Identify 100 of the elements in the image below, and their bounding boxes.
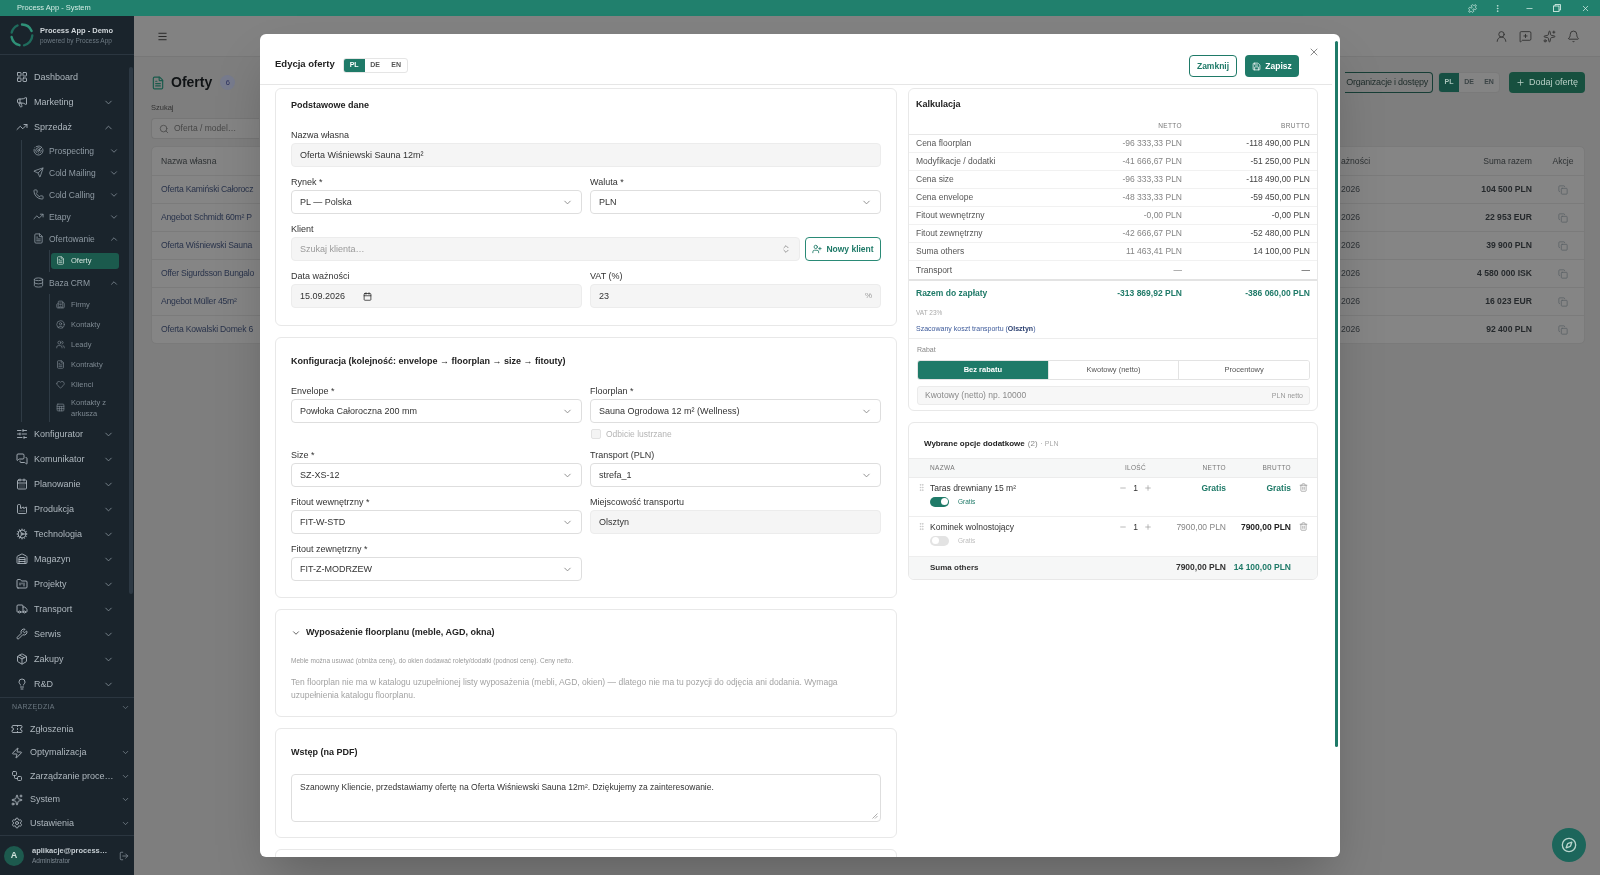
plus-icon[interactable] (1143, 483, 1152, 492)
nav-item[interactable]: System (0, 788, 134, 812)
section-title: Kalkulacja (916, 98, 961, 111)
nav-item[interactable]: Baza CRM (22, 271, 134, 294)
nav-item[interactable]: Marketing (0, 89, 134, 115)
text-field[interactable]: Oferta Wiśniewski Sauna 12m² (291, 143, 881, 167)
close-icon[interactable] (1581, 3, 1590, 13)
drag-handle-icon[interactable] (917, 483, 926, 492)
restore-icon[interactable] (1553, 4, 1561, 12)
new-client-button[interactable]: Nowy klient (805, 237, 881, 261)
copy-icon[interactable] (1558, 324, 1568, 335)
offer-name-link[interactable]: Oferta Kowalski Domek 6 (161, 324, 253, 334)
nav-item[interactable]: Cold Calling (22, 183, 134, 206)
nav-item[interactable]: Komunikator (0, 446, 134, 472)
save-button[interactable]: Zapisz (1245, 55, 1299, 77)
gross-amount: -0,00 PLN (1271, 210, 1310, 221)
nav-item[interactable]: Prospecting (22, 139, 134, 162)
compass-icon (1561, 837, 1577, 853)
factory-icon (16, 503, 28, 515)
offer-name-link[interactable]: Angebot Müller 45m² (161, 296, 237, 306)
trash-icon[interactable] (1299, 522, 1308, 531)
copy-icon[interactable] (1558, 212, 1568, 223)
nav-item[interactable]: Konfigurator (0, 421, 134, 447)
bell-icon[interactable] (1567, 29, 1580, 43)
gross-amount: — (1301, 264, 1310, 276)
dropdown[interactable]: Powłoka Całoroczna 200 mm (291, 399, 582, 423)
column-header: ażności (1341, 155, 1371, 166)
nav-item[interactable]: Sprzedaż (0, 114, 134, 140)
user-icon[interactable] (1495, 29, 1508, 43)
text-field[interactable]: 15.09.2026 (291, 284, 582, 308)
dropdown[interactable]: strefa_1 (590, 463, 881, 487)
count-text: (2) (1027, 437, 1038, 450)
dropdown[interactable]: FIT-Z-MODRZEW (291, 557, 582, 581)
section-title: Wstęp (na PDF) (291, 746, 358, 759)
dropdown[interactable]: PL — Polska (291, 190, 582, 214)
nav-item[interactable]: Ofertowanie (22, 227, 134, 250)
column-header: Nazwa własna (161, 155, 217, 166)
calendar-icon[interactable] (363, 291, 373, 301)
close-button[interactable]: Zamknij (1189, 55, 1237, 77)
message-plus-icon[interactable] (1519, 29, 1532, 43)
copy-icon[interactable] (1558, 240, 1568, 251)
nav-item[interactable]: Cold Mailing (22, 161, 134, 184)
nav-item[interactable]: Serwis (0, 621, 134, 647)
nav-item[interactable]: Planowanie (0, 471, 134, 497)
add-offer-button[interactable]: Dodaj ofertę (1509, 72, 1585, 93)
close-icon[interactable] (1308, 46, 1320, 58)
floating-action-button[interactable] (1552, 828, 1586, 862)
ticket-icon (11, 723, 23, 736)
text-area[interactable]: Szanowny Kliencie, przedstawiamy ofertę na Oferta Wiśniewski Sauna 12m². Dziękujemy za zainteresowanie. (291, 774, 881, 822)
plus-icon (1516, 78, 1525, 87)
nav-item[interactable]: Magazyn (0, 546, 134, 572)
scrollbar-thumb[interactable] (129, 67, 133, 594)
nav-item[interactable]: Zakupy (0, 646, 134, 672)
drag-handle-icon[interactable] (917, 522, 926, 531)
dropdown[interactable]: Sauna Ogrodowa 12 m² (Wellness) (590, 399, 881, 423)
gross-amount: -59 450,00 PLN (1250, 192, 1310, 203)
nav-item[interactable]: Produkcja (0, 496, 134, 522)
net-amount: -48 333,33 PLN (1122, 192, 1182, 203)
offer-name-link[interactable]: Oferta Kamiński Całorocz (161, 184, 254, 194)
puzzle-icon[interactable] (1468, 3, 1477, 13)
radar-icon (33, 145, 44, 156)
text-field[interactable]: Olsztyn (590, 510, 881, 534)
nav-item[interactable]: Transport (0, 596, 134, 622)
offer-name-link[interactable]: Angebot Schmidt 60m² P (161, 212, 252, 222)
nav-item[interactable]: Zgłoszenia (0, 717, 134, 741)
menu-icon[interactable] (157, 30, 168, 42)
sparkles-icon[interactable] (1543, 29, 1556, 43)
nav-item[interactable]: Technologia (0, 521, 134, 547)
copy-icon[interactable] (1558, 296, 1568, 307)
nav-item[interactable]: Ustawienia (0, 811, 134, 835)
copy-icon[interactable] (1558, 268, 1568, 279)
dropdown[interactable]: PLN (590, 190, 881, 214)
copy-icon[interactable] (1558, 184, 1568, 195)
net-amount: -96 333,33 PLN (1122, 138, 1182, 149)
plus-icon[interactable] (1143, 522, 1152, 531)
text-field[interactable]: 23 % (590, 284, 881, 308)
offer-name-link[interactable]: Offer Sigurdsson Bungalo (161, 268, 255, 278)
nav-item[interactable]: Zarządzanie proce… (0, 764, 134, 788)
dropdown[interactable]: FIT-W-STD (291, 510, 582, 534)
dropdown[interactable]: SZ-XS-12 (291, 463, 582, 487)
nav-item[interactable]: Dashboard (0, 64, 134, 90)
toggle-switch[interactable] (930, 496, 949, 507)
total-gross-amount: -386 060,00 PLN (1245, 287, 1310, 299)
section-toggle[interactable]: Wyposażenie floorplanu (meble, AGD, okna) (291, 625, 495, 641)
database-icon (33, 277, 44, 288)
toggle-switch[interactable] (930, 535, 949, 546)
logout-icon[interactable] (119, 850, 129, 861)
nav-item[interactable]: Projekty (0, 571, 134, 597)
nav-item[interactable]: Optymalizacja (0, 741, 134, 765)
nav-item[interactable]: Etapy (22, 205, 134, 228)
nav-item[interactable]: R&D (0, 671, 134, 697)
trash-icon[interactable] (1299, 483, 1308, 492)
field-label: Miejscowość transportu (590, 496, 685, 508)
megaphone-icon (16, 96, 28, 108)
field-label: Envelope * (291, 385, 335, 397)
scrollbar-thumb[interactable] (1334, 41, 1338, 747)
offer-name-link[interactable]: Oferta Wiśniewski Sauna (161, 240, 253, 250)
search-icon (159, 123, 169, 134)
chevron-down-icon[interactable] (121, 703, 130, 712)
kebab-menu-icon[interactable] (1493, 3, 1502, 13)
